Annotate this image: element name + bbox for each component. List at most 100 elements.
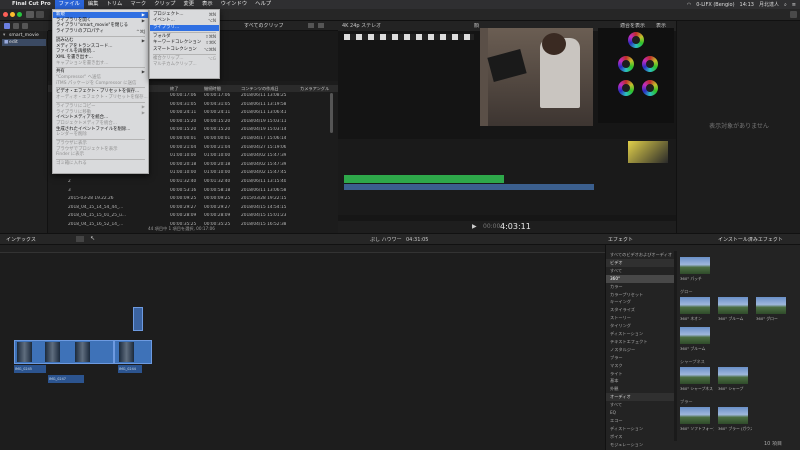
column-duration[interactable]: 継続時間 — [204, 86, 221, 92]
menu-final-cut-pro[interactable]: Final Cut Pro — [8, 0, 55, 9]
column-end[interactable]: 終了 — [170, 86, 178, 92]
menu-modify[interactable]: 変更 — [179, 0, 198, 9]
library-tab-icon[interactable] — [4, 23, 10, 29]
filmstrip-view-icon[interactable] — [308, 23, 314, 28]
effect-thumbnail[interactable] — [718, 407, 748, 424]
apple-menu-icon[interactable] — [0, 0, 8, 9]
color-wheel-shadows[interactable] — [618, 56, 634, 72]
clip-row[interactable]: 2018_04_15_14_54_44_... 00:00:29:27 00:00:… — [48, 205, 330, 211]
effect-thumbnail[interactable] — [718, 367, 748, 384]
blue-clip[interactable] — [344, 184, 594, 190]
clip-row[interactable]: 2 00:01:32:40 00:01:32:40 2018/06/11 13:15:… — [48, 179, 330, 185]
menu-item[interactable]: キーワードコレクション ⇧⌘K — [150, 40, 219, 46]
menu-trim[interactable]: トリム — [102, 0, 126, 9]
menu-help[interactable]: ヘルプ — [251, 0, 275, 9]
effects-category-item[interactable]: カラープリセット — [606, 291, 674, 299]
green-clip[interactable] — [344, 175, 504, 183]
index-button[interactable]: インデックス — [6, 237, 36, 243]
browser-scrollbar[interactable] — [330, 93, 333, 133]
effects-category-item[interactable]: タイリング — [606, 322, 674, 330]
timecode-display[interactable]: 4:03:11 — [500, 222, 531, 231]
wifi-icon[interactable]: ◠ — [687, 2, 691, 8]
effect-thumbnail[interactable] — [680, 367, 710, 384]
effects-category-item[interactable]: 外観 — [606, 385, 674, 393]
effects-category-item[interactable]: EQ — [606, 409, 674, 417]
zoom-window-button[interactable] — [17, 12, 22, 17]
menu-item[interactable]: ライブラリ... — [150, 24, 219, 31]
effects-category-item[interactable]: テキストエフェクト — [606, 338, 674, 346]
effects-category-item[interactable]: すべて — [606, 267, 674, 275]
close-window-button[interactable] — [3, 12, 8, 17]
column-camera-angle[interactable]: カメラアングル — [300, 86, 329, 92]
angle-thumbnail[interactable] — [628, 141, 668, 163]
menu-item[interactable]: スマートコレクション ⌥⌘N — [150, 47, 219, 53]
effects-category-item[interactable]: ディストーション — [606, 425, 674, 433]
keyword-icon[interactable] — [36, 11, 44, 18]
menu-edit[interactable]: 編集 — [84, 0, 103, 9]
primary-clip-2[interactable] — [114, 340, 152, 364]
menu-list-icon[interactable]: ≡ — [792, 2, 796, 8]
effects-category-item[interactable]: カラー — [606, 283, 674, 291]
timeline-ruler[interactable] — [0, 245, 605, 253]
menu-clip[interactable]: クリップ — [150, 0, 179, 9]
search-icon[interactable]: ⌕ — [784, 2, 787, 8]
clip-row[interactable]: 2015-03-28 19.22.26 00:00:09:25 00:00:09:2… — [48, 196, 330, 202]
import-icon[interactable] — [26, 11, 34, 18]
titles-tab-icon[interactable] — [22, 23, 28, 29]
menu-view[interactable]: 表示 — [198, 0, 217, 9]
audio-clip-2[interactable]: IMG_0247 — [48, 375, 84, 383]
effects-category-item[interactable]: キーイング — [606, 298, 674, 306]
effect-thumbnail[interactable] — [680, 297, 710, 314]
effects-category-item[interactable]: すべて — [606, 401, 674, 409]
menu-window[interactable]: ウインドウ — [217, 0, 252, 9]
network-status[interactable]: 0-LIFX (Bengio) — [696, 2, 734, 8]
clip-row[interactable]: 2018_04_15_15_01_25_u... 00:00:28:09 00:00… — [48, 213, 330, 219]
list-view-icon[interactable] — [318, 23, 324, 28]
effects-category-item[interactable]: ノスタルジー — [606, 346, 674, 354]
sidebar-item-event[interactable]: ■ edit — [2, 39, 46, 46]
audio-clip-1[interactable]: IMG_0245 — [14, 365, 46, 373]
effects-category-item[interactable]: ディストーション — [606, 330, 674, 338]
effect-thumbnail[interactable] — [718, 297, 748, 314]
clip-row[interactable]: 3 00:00:53:16 00:00:58:18 2018/06/11 13:06:… — [48, 188, 330, 194]
effect-thumbnail[interactable] — [680, 257, 710, 274]
clock[interactable]: 14:13 — [740, 2, 754, 8]
color-wheel-midtones[interactable] — [618, 80, 634, 96]
effects-category-item[interactable]: マスク — [606, 362, 674, 370]
effects-category-item[interactable]: ストーリー — [606, 314, 674, 322]
audio-clip-3[interactable]: IMG_0244 — [118, 365, 142, 373]
minimize-window-button[interactable] — [10, 12, 15, 17]
effects-category-item[interactable]: 360° — [606, 274, 674, 283]
effects-category-item[interactable]: エコー — [606, 417, 674, 425]
effects-category-item[interactable]: ライト — [606, 370, 674, 378]
user-name[interactable]: 月北達人 — [759, 1, 779, 8]
column-content-date[interactable]: コンテンツの作成日 — [241, 86, 279, 92]
effects-category-item[interactable]: 基本 — [606, 377, 674, 385]
play-icon[interactable]: ▶ — [472, 223, 477, 230]
effect-thumbnail[interactable] — [756, 297, 786, 314]
select-tool-icon[interactable]: ↖ — [90, 235, 95, 242]
effect-thumbnail[interactable] — [680, 407, 710, 424]
menu-item[interactable]: イベント... ⌥N — [150, 18, 219, 24]
color-wheel-highlights[interactable] — [642, 56, 658, 72]
photos-tab-icon[interactable] — [13, 23, 19, 29]
clip-filter-dropdown[interactable]: すべてのクリップ — [244, 23, 283, 29]
effects-category-item[interactable]: ブラー — [606, 354, 674, 362]
color-wheel-global[interactable] — [642, 80, 658, 96]
effects-category-item[interactable]: スタイライズ — [606, 306, 674, 314]
installed-effects-dropdown[interactable]: インストール済みエフェクト — [718, 237, 783, 243]
sidebar-item-library[interactable]: ▾ smart_movie — [2, 32, 46, 39]
share-icon[interactable] — [790, 11, 797, 18]
menu-mark[interactable]: マーク — [126, 0, 150, 9]
effects-category-item[interactable]: すべてのビデオおよびオーディオ — [606, 251, 674, 259]
menu-item[interactable]: フォルダ ⇧⌘N — [150, 34, 219, 40]
effects-category-item[interactable]: ボイス — [606, 433, 674, 441]
primary-clip-1[interactable] — [14, 340, 114, 364]
color-wheel-master[interactable] — [628, 32, 644, 48]
effect-thumbnail[interactable] — [680, 327, 710, 344]
effects-category-item[interactable]: モジュレーション — [606, 441, 674, 449]
menu-file[interactable]: ファイル — [54, 0, 84, 9]
menu-item[interactable]: ライブラリのプロパティ ^⌘J — [53, 29, 148, 35]
connected-clip[interactable] — [133, 307, 143, 331]
clip-appearance-icon[interactable] — [76, 236, 84, 242]
